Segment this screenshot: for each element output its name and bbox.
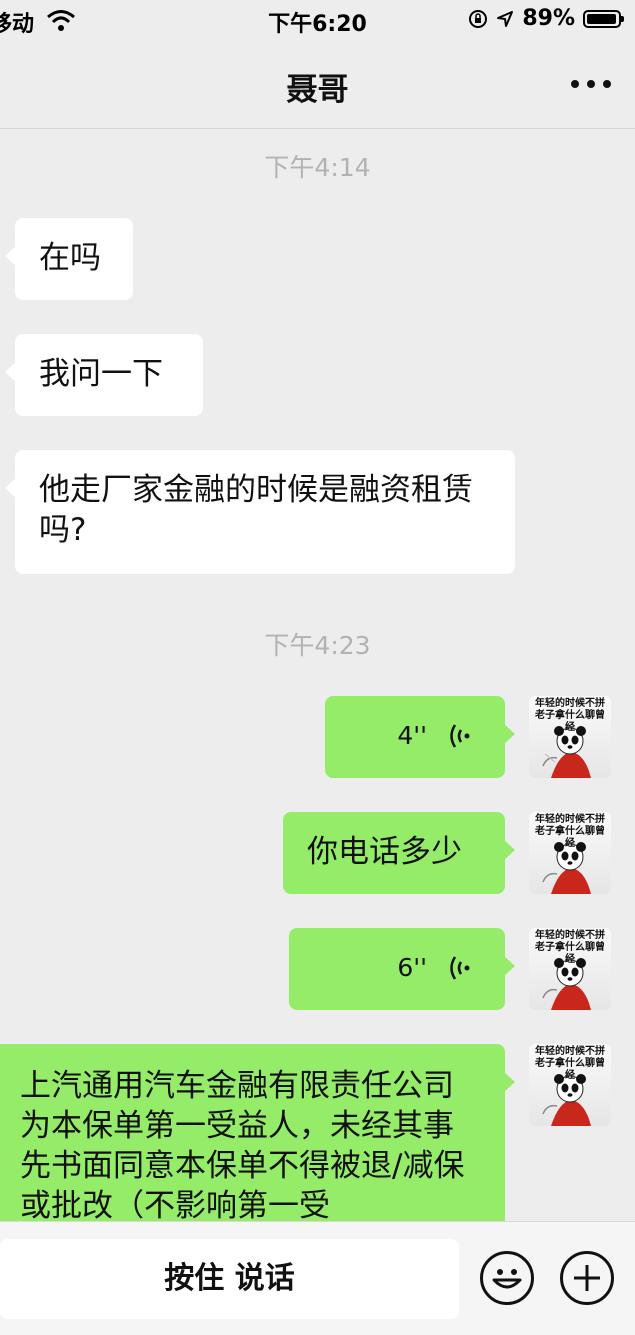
avatar-caption: 年轻的时候不拼老子拿什么聊曾经 [535, 1046, 605, 1081]
voice-message[interactable]: 6'' [289, 928, 515, 1010]
avatar[interactable]: 年轻的时候不拼老子拿什么聊曾经 [529, 696, 611, 778]
outgoing-message[interactable]: 你电话多少 [283, 812, 515, 894]
add-button[interactable] [560, 1251, 614, 1305]
emoji-icon [492, 1269, 522, 1289]
avatar-caption: 年轻的时候不拼老子拿什么聊曾经 [535, 814, 605, 849]
location-arrow-icon [497, 10, 514, 27]
avatar[interactable]: 年轻的时候不拼老子拿什么聊曾经 [529, 812, 611, 894]
hold-to-talk-button[interactable]: 按住 说话 [0, 1239, 459, 1319]
outgoing-message[interactable]: 上汽通用汽车金融有限责任公司为本保单第一受益人，未经其事先书面同意本保单不得被退… [0, 1044, 515, 1221]
incoming-message[interactable]: 我问一下 [5, 334, 203, 416]
voice-duration: 4'' [397, 721, 427, 750]
input-bar: 按住 说话 [0, 1221, 635, 1335]
emoji-button[interactable] [480, 1251, 534, 1305]
incoming-message[interactable]: 在吗 [5, 218, 133, 300]
battery-percent: 89% [522, 6, 575, 31]
message-text: 在吗 [39, 240, 101, 276]
battery-icon [583, 9, 624, 28]
message-text: 你电话多少 [307, 834, 462, 870]
voice-duration: 6'' [397, 953, 427, 982]
chat-title: 聂哥 [286, 72, 349, 108]
avatar-caption: 年轻的时候不拼老子拿什么聊曾经 [535, 698, 605, 733]
rotation-lock-icon [469, 9, 488, 28]
message-text: 我问一下 [39, 356, 163, 392]
message-text: 他走厂家金融的时候是融资租赁吗? [39, 472, 473, 548]
avatar[interactable]: 年轻的时候不拼老子拿什么聊曾经 [529, 1044, 611, 1126]
avatar[interactable]: 年轻的时候不拼老子拿什么聊曾经 [529, 928, 611, 1010]
timestamp: 下午4:23 [264, 631, 371, 660]
plus-icon [574, 1265, 600, 1291]
incoming-message[interactable]: 他走厂家金融的时候是融资租赁吗? [5, 450, 515, 574]
timestamp: 下午4:14 [264, 153, 371, 182]
avatar-caption: 年轻的时候不拼老子拿什么聊曾经 [535, 930, 605, 965]
more-icon[interactable] [571, 64, 611, 104]
voice-message[interactable]: 4'' [325, 696, 515, 778]
voice-wave-icon [450, 956, 470, 980]
chat-header: 聂哥 [0, 40, 635, 129]
status-bar: 移动 下午6:20 89% [0, 0, 635, 40]
message-list[interactable]: 下午4:14 在吗 我问一下 他走厂家金融的时候是融资租赁吗? 下午4:23 4… [0, 129, 635, 1221]
message-text: 上汽通用汽车金融有限责任公司为本保单第一受益人，未经其事先书面同意本保单不得被退… [20, 1068, 465, 1221]
voice-wave-icon [450, 724, 470, 748]
